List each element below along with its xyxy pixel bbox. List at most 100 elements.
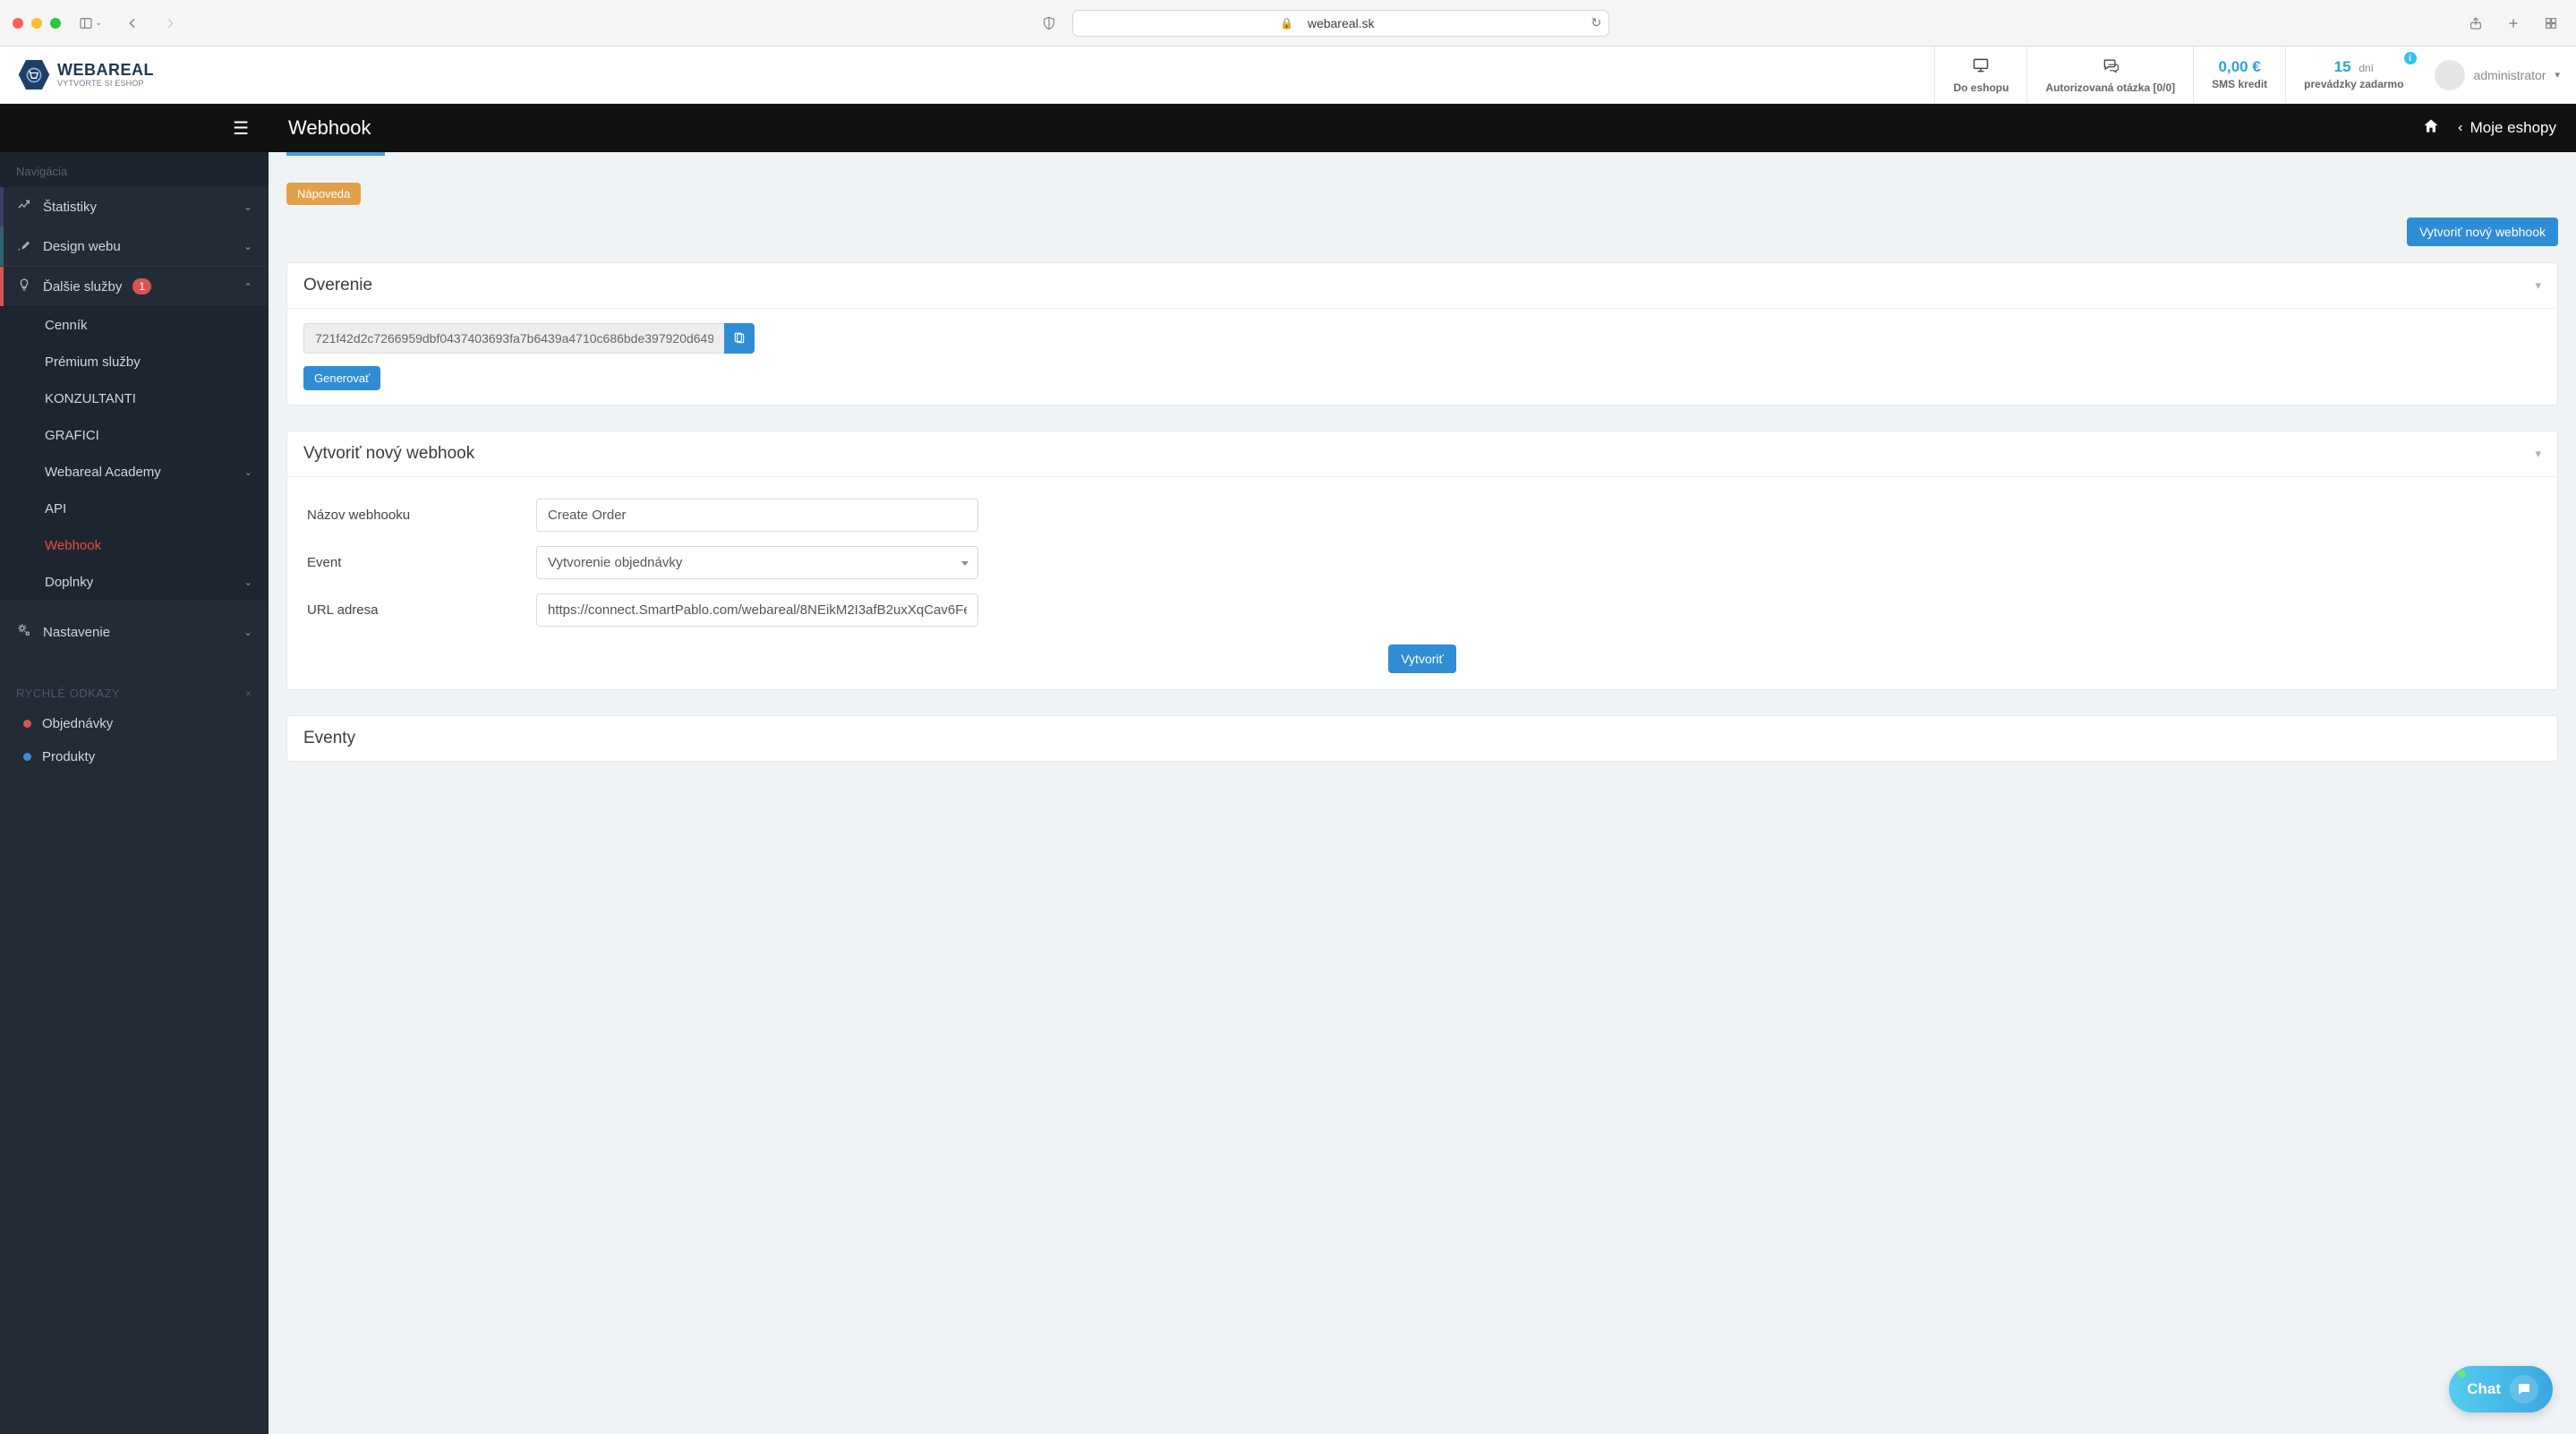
copy-token-button[interactable] [724,323,755,354]
webhook-url-input[interactable] [536,593,978,627]
maximize-window-icon[interactable] [50,18,61,29]
share-icon[interactable] [2463,13,2488,34]
sidebar-item-statistics[interactable]: Štatistiky ⌄ [0,187,269,226]
sidebar-item-label: GRAFICI [45,428,99,443]
chevron-down-icon: ⌄ [244,576,252,588]
trial-days-label: prevádzky zadarmo [2304,78,2403,90]
sidebar-item-label: Design webu [43,239,121,254]
chevron-left-icon [2456,122,2465,134]
trial-days[interactable]: i 15 dní prevádzky zadarmo [2285,47,2421,103]
address-bar[interactable]: 🔒 webareal.sk ↻ [1072,10,1609,37]
chevron-down-icon: ▾ [2535,447,2541,461]
sidebar-item-label: Ďalšie služby [43,279,122,294]
reload-icon[interactable]: ↻ [1591,15,1601,30]
brush-icon [16,237,32,255]
sidebar-item-cennik[interactable]: Cenník [0,307,269,344]
panel-title: Overenie [303,276,372,295]
submit-create-webhook-button[interactable]: Vytvoriť [1388,644,1456,673]
gears-icon [16,622,32,642]
dot-icon [23,720,31,728]
webhook-name-input[interactable] [536,499,978,532]
address-url: webareal.sk [1308,16,1375,30]
go-to-eshop-button[interactable]: Do eshopu [1934,47,2026,103]
bulb-icon [16,277,32,295]
help-button[interactable]: Nápoveda [286,183,361,205]
authorized-question-button[interactable]: Autorizovaná otázka [0/0] [2026,47,2193,103]
chart-icon [16,198,32,216]
sidebar-item-api[interactable]: API [0,491,269,527]
my-eshops-label: Moje eshopy [2470,119,2556,137]
avatar [2435,60,2465,90]
create-webhook-button[interactable]: Vytvoriť nový webhook [2407,218,2558,246]
chat-widget[interactable]: Chat [2449,1366,2553,1413]
chevron-down-icon: ⌄ [243,201,252,213]
sidebar-item-label: Cenník [45,318,88,333]
sidebar-toggle-icon[interactable]: ⌄ [73,13,107,34]
chevron-down-icon: ▾ [2555,69,2560,81]
sidebar-item-label: Prémium služby [45,354,141,370]
info-icon[interactable]: i [2404,52,2417,64]
sidebar-item-label: API [45,501,66,516]
quick-link-orders[interactable]: Objednávky [0,707,269,740]
sidebar-heading: Navigácia [0,152,269,187]
sidebar-item-academy[interactable]: Webareal Academy⌄ [0,454,269,491]
trial-days-unit: dní [2358,62,2374,74]
new-tab-icon[interactable] [2501,13,2526,34]
sidebar-item-settings[interactable]: Nastavenie ⌄ [0,611,269,653]
panel-title: Vytvoriť nový webhook [303,444,474,464]
sms-credit-value: 0,00 € [2219,59,2261,74]
main-content: Nápoveda Vytvoriť nový webhook Overenie … [269,152,2576,1434]
sidebar: Navigácia Štatistiky ⌄ Design webu ⌄ [0,152,269,1434]
sidebar-item-label: Webhook [45,538,101,553]
nav-hamburger-icon[interactable]: ☰ [0,117,269,140]
close-window-icon[interactable] [13,18,23,29]
nav-forward-icon[interactable] [158,13,183,34]
quick-link-label: Produkty [42,749,95,764]
sidebar-item-label: Nastavenie [43,625,110,640]
panel-create-webhook-header[interactable]: Vytvoriť nový webhook ▾ [287,431,2557,477]
verification-token-field[interactable] [303,323,724,354]
sidebar-item-design[interactable]: Design webu ⌄ [0,226,269,266]
sidebar-item-label: KONZULTANTI [45,391,136,406]
home-icon[interactable] [2422,117,2440,140]
lock-icon: 🔒 [1280,17,1293,30]
sms-credit-label: SMS kredit [2212,78,2267,90]
sidebar-item-konzultanti[interactable]: KONZULTANTI [0,380,269,417]
tab-overview-icon[interactable] [2538,13,2563,34]
monitor-icon [1971,56,1991,78]
webhook-event-select[interactable]: Vytvorenie objednávky [536,546,978,579]
app-header: WEBAREAL VYTVORTE SI ESHOP Do eshopu Aut… [0,47,2576,104]
sidebar-item-grafici[interactable]: GRAFICI [0,417,269,454]
chevron-down-icon: ⌄ [244,466,252,478]
authorized-question-label: Autorizovaná otázka [0/0] [2045,81,2175,94]
sidebar-item-webhook[interactable]: Webhook [0,527,269,564]
quick-links-heading: RYCHLÉ ODKAZY × [0,674,269,707]
quick-links-label: RYCHLÉ ODKAZY [16,687,120,700]
panel-verification-header[interactable]: Overenie ▾ [287,263,2557,309]
panel-events-header[interactable]: Eventy [287,716,2557,761]
sidebar-item-more-services[interactable]: Ďalšie služby 1 ⌄ [0,266,269,307]
nav-back-icon[interactable] [120,13,145,34]
user-menu[interactable]: administrator ▾ [2422,47,2576,103]
sidebar-item-doplnky[interactable]: Doplnky ⌄ [0,564,269,601]
generate-token-button[interactable]: Generovať [303,366,380,390]
minimize-window-icon[interactable] [31,18,42,29]
webhook-name-label: Názov webhooku [303,508,536,523]
chat-icon [2101,56,2120,78]
webhook-event-label: Event [303,555,536,570]
quick-link-products[interactable]: Produkty [0,740,269,773]
active-tab-indicator [286,152,385,156]
sidebar-item-premium[interactable]: Prémium služby [0,344,269,380]
sms-credit[interactable]: 0,00 € SMS kredit [2193,47,2285,103]
sidebar-item-label: Doplnky [45,575,93,590]
logo[interactable]: WEBAREAL VYTVORTE SI ESHOP [0,47,172,103]
privacy-shield-icon[interactable] [1036,13,1062,34]
logo-name: WEBAREAL [57,62,154,78]
panel-create-webhook: Vytvoriť nový webhook ▾ Názov webhooku E… [286,431,2558,690]
logo-mark-icon [18,59,50,91]
services-badge: 1 [132,278,151,294]
chevron-down-icon: ▾ [2535,278,2541,293]
browser-chrome: ⌄ 🔒 webareal.sk ↻ [0,0,2576,47]
my-eshops-link[interactable]: Moje eshopy [2456,119,2556,137]
close-icon[interactable]: × [245,687,252,700]
